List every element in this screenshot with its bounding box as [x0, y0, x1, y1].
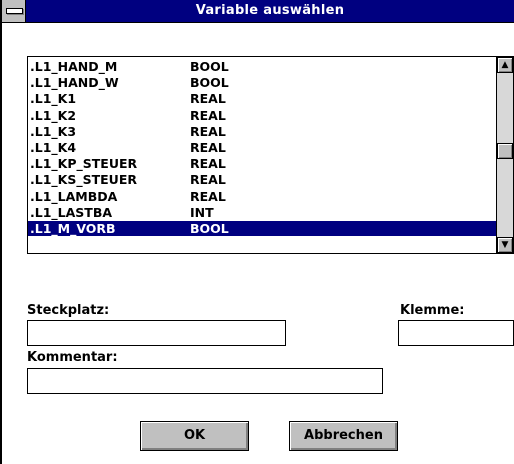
variable-name: .L1_LASTBA [30, 204, 113, 220]
list-item[interactable]: .L1_LAMBDA REAL [28, 189, 496, 204]
variable-type: REAL [190, 172, 226, 188]
variable-type: REAL [190, 140, 226, 155]
variable-type: INT [190, 204, 214, 220]
dialog-window: Variable auswählen .L1_HAND_M BOOL .L1_HAN… [0, 0, 514, 464]
list-item[interactable]: .L1_M_VORB BOOL [28, 221, 496, 236]
variable-name: .L1_K3 [30, 123, 77, 139]
ok-button[interactable]: OK [140, 421, 249, 451]
klemme-input[interactable] [398, 320, 514, 346]
variable-type: BOOL [190, 221, 229, 236]
list-item[interactable]: .L1_K1 REAL [28, 91, 496, 106]
variable-name: .L1_KS_STEUER [30, 172, 137, 188]
variable-name: .L1_M_VORB [30, 221, 116, 236]
steckplatz-label: Steckplatz: [27, 303, 110, 318]
variable-type: BOOL [190, 75, 229, 91]
scroll-down-arrow-icon[interactable]: ▼ [497, 237, 513, 253]
window-title: Variable auswählen [195, 3, 345, 18]
title-bar[interactable]: Variable auswählen [2, 0, 514, 23]
variable-name: .L1_HAND_M [30, 59, 118, 74]
variable-type: REAL [190, 107, 226, 123]
variable-name: .L1_K2 [30, 107, 77, 123]
list-item[interactable]: .L1_HAND_M BOOL [28, 59, 496, 74]
vertical-scrollbar[interactable]: ▲ ▼ [496, 57, 513, 253]
system-menu-icon [6, 8, 23, 14]
variable-type: REAL [190, 156, 226, 172]
variable-name: .L1_K1 [30, 91, 77, 107]
list-item[interactable]: .L1_LASTBA INT [28, 205, 496, 220]
variable-listbox[interactable]: .L1_HAND_M BOOL .L1_HAND_W BOOL .L1_K1 REAL .L… [27, 56, 514, 254]
klemme-label: Klemme: [400, 303, 465, 318]
list-item[interactable]: .L1_K3 REAL [28, 124, 496, 139]
variable-type: BOOL [190, 59, 229, 74]
list-item[interactable]: .L1_KP_STEUER REAL [28, 156, 496, 171]
list-item[interactable]: .L1_K4 REAL [28, 140, 496, 155]
steckplatz-input[interactable] [27, 320, 286, 346]
variable-type: REAL [190, 123, 226, 139]
list-item[interactable]: .L1_K2 REAL [28, 108, 496, 123]
variable-type: REAL [190, 91, 226, 107]
list-item[interactable]: .L1_KS_STEUER REAL [28, 172, 496, 187]
variable-type: REAL [190, 188, 226, 204]
variable-name: .L1_K4 [30, 140, 77, 155]
variable-name: .L1_LAMBDA [30, 188, 118, 204]
kommentar-input[interactable] [27, 368, 383, 394]
scroll-up-arrow-icon[interactable]: ▲ [497, 57, 513, 73]
kommentar-label: Kommentar: [27, 350, 118, 365]
system-menu-button[interactable] [2, 0, 26, 22]
list-item[interactable]: .L1_HAND_W BOOL [28, 75, 496, 90]
scrollbar-thumb[interactable] [497, 143, 513, 159]
variable-name: .L1_HAND_W [30, 75, 119, 91]
variable-name: .L1_KP_STEUER [30, 156, 138, 172]
cancel-button[interactable]: Abbrechen [289, 421, 398, 451]
